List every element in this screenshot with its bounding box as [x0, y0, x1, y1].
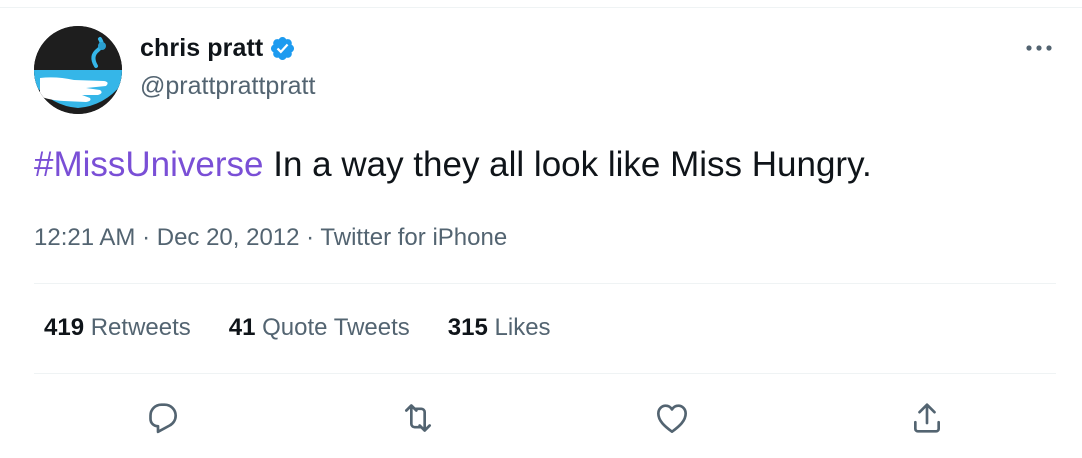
meta-separator: · [299, 224, 321, 251]
like-icon[interactable] [652, 398, 692, 438]
verified-badge-icon [269, 35, 296, 62]
tweet-time[interactable]: 12:21 AM [34, 224, 135, 251]
tweet-stats: 419 Retweets 41 Quote Tweets 315 Likes [44, 314, 589, 342]
tweet-text: #MissUniverse In a way they all look lik… [34, 145, 872, 185]
likes-stat[interactable]: 315 Likes [448, 314, 551, 342]
tweet-body: In a way they all look like Miss Hungry. [263, 145, 872, 184]
avatar[interactable] [34, 26, 122, 114]
tweet-source-link[interactable]: Twitter for iPhone [320, 224, 507, 251]
tweet-date[interactable]: Dec 20, 2012 [157, 224, 300, 251]
divider [34, 373, 1056, 374]
quote-tweets-label: Quote Tweets [262, 314, 410, 341]
quote-tweets-stat[interactable]: 41 Quote Tweets [229, 314, 410, 342]
retweet-icon[interactable] [398, 398, 438, 438]
hashtag-link[interactable]: #MissUniverse [34, 145, 264, 184]
more-options-icon[interactable] [1024, 38, 1054, 58]
share-icon[interactable] [907, 398, 947, 438]
tweet-meta: 12:21 AM · Dec 20, 2012 · Twitter for iP… [34, 224, 507, 252]
meta-separator: · [135, 224, 157, 251]
retweets-stat[interactable]: 419 Retweets [44, 314, 191, 342]
avatar-image [34, 26, 122, 114]
reply-icon[interactable] [143, 398, 183, 438]
likes-count: 315 [447, 314, 488, 341]
likes-label: Likes [494, 314, 551, 341]
retweets-label: Retweets [90, 314, 191, 341]
quote-tweets-count: 41 [228, 314, 256, 341]
user-name-row: chris pratt [140, 34, 296, 63]
user-handle[interactable]: @prattprattpratt [140, 72, 315, 101]
retweets-count: 419 [44, 314, 85, 341]
divider [34, 283, 1056, 284]
user-name[interactable]: chris pratt [140, 34, 263, 63]
top-divider [0, 7, 1082, 8]
